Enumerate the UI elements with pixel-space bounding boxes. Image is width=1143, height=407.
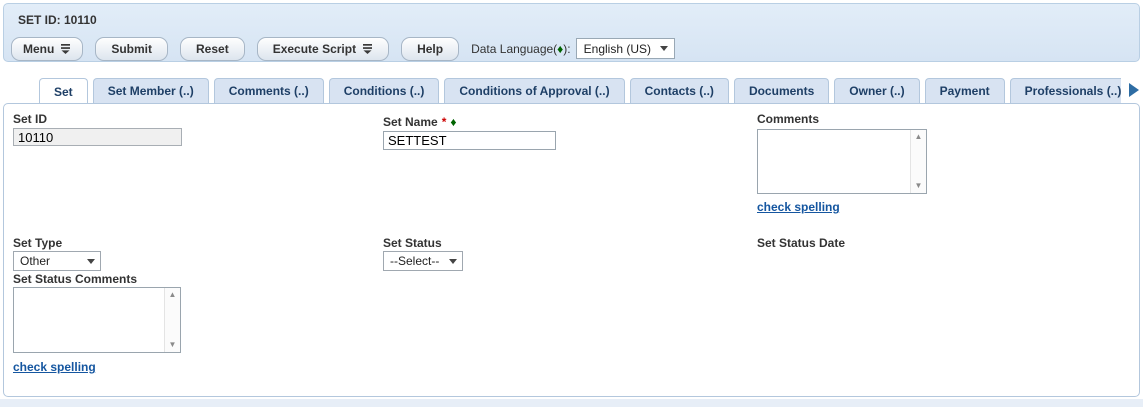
set-status-date-label: Set Status Date: [757, 236, 845, 250]
comments-textarea[interactable]: ▲ ▼: [757, 129, 927, 194]
chevron-down-icon: [660, 46, 668, 51]
set-status-label: Set Status: [383, 236, 442, 250]
page-title: SET ID: 10110: [18, 13, 97, 27]
bottom-strip: [0, 399, 1143, 407]
check-spelling-link[interactable]: check spelling: [757, 200, 840, 214]
required-diamond-icon: ♦: [450, 115, 456, 129]
tab-set-member[interactable]: Set Member (..): [93, 78, 209, 103]
help-button[interactable]: Help: [401, 37, 459, 61]
set-name-label: Set Name*♦: [383, 115, 457, 129]
reset-button[interactable]: Reset: [180, 37, 245, 61]
set-type-select[interactable]: Other: [13, 251, 101, 271]
scrollbar[interactable]: ▲ ▼: [910, 130, 926, 193]
chevron-down-icon: [87, 259, 95, 264]
menu-button[interactable]: Menu: [11, 37, 83, 61]
data-language-label: Data Language(♦):: [471, 42, 571, 56]
toolbar: Menu Submit Reset Execute Script Help: [11, 36, 675, 61]
tab-set[interactable]: Set: [39, 78, 88, 103]
tab-documents[interactable]: Documents: [734, 78, 829, 103]
set-id-label: Set ID: [13, 112, 47, 126]
execute-script-button[interactable]: Execute Script: [257, 37, 389, 61]
dropdown-icon: [362, 44, 373, 54]
required-asterisk: *: [442, 115, 447, 129]
scrollbar-up-icon[interactable]: ▲: [915, 133, 923, 141]
set-name-input[interactable]: [383, 131, 556, 150]
tab-professionals[interactable]: Professionals (..): [1010, 78, 1121, 103]
scrollbar[interactable]: ▲ ▼: [164, 288, 180, 352]
set-status-comments-textarea[interactable]: ▲ ▼: [13, 287, 181, 353]
comments-label: Comments: [757, 112, 819, 126]
data-language-wrap: Data Language(♦): English (US): [471, 38, 675, 59]
tab-conditions[interactable]: Conditions (..): [329, 78, 440, 103]
set-id-input[interactable]: [13, 128, 182, 146]
tab-strip: Set Set Member (..) Comments (..) Condit…: [39, 78, 1121, 103]
header-panel: SET ID: 10110 Menu Submit Reset Execute …: [3, 3, 1140, 62]
tab-owner[interactable]: Owner (..): [834, 78, 919, 103]
scrollbar-down-icon[interactable]: ▼: [169, 341, 177, 349]
language-select[interactable]: English (US): [576, 38, 675, 59]
tab-conditions-of-approval[interactable]: Conditions of Approval (..): [444, 78, 624, 103]
set-status-select[interactable]: --Select--: [383, 251, 463, 271]
tab-payment[interactable]: Payment: [925, 78, 1005, 103]
tab-contacts[interactable]: Contacts (..): [630, 78, 729, 103]
tab-scroll-right-icon[interactable]: [1129, 83, 1139, 97]
set-type-label: Set Type: [13, 236, 62, 250]
dropdown-icon: [60, 44, 71, 54]
scrollbar-down-icon[interactable]: ▼: [915, 182, 923, 190]
scrollbar-up-icon[interactable]: ▲: [169, 291, 177, 299]
submit-button[interactable]: Submit: [95, 37, 168, 61]
tab-comments[interactable]: Comments (..): [214, 78, 324, 103]
set-status-comments-label: Set Status Comments: [13, 272, 137, 286]
page: SET ID: 10110 Menu Submit Reset Execute …: [0, 0, 1143, 407]
check-spelling-link[interactable]: check spelling: [13, 360, 96, 374]
chevron-down-icon: [449, 259, 457, 264]
